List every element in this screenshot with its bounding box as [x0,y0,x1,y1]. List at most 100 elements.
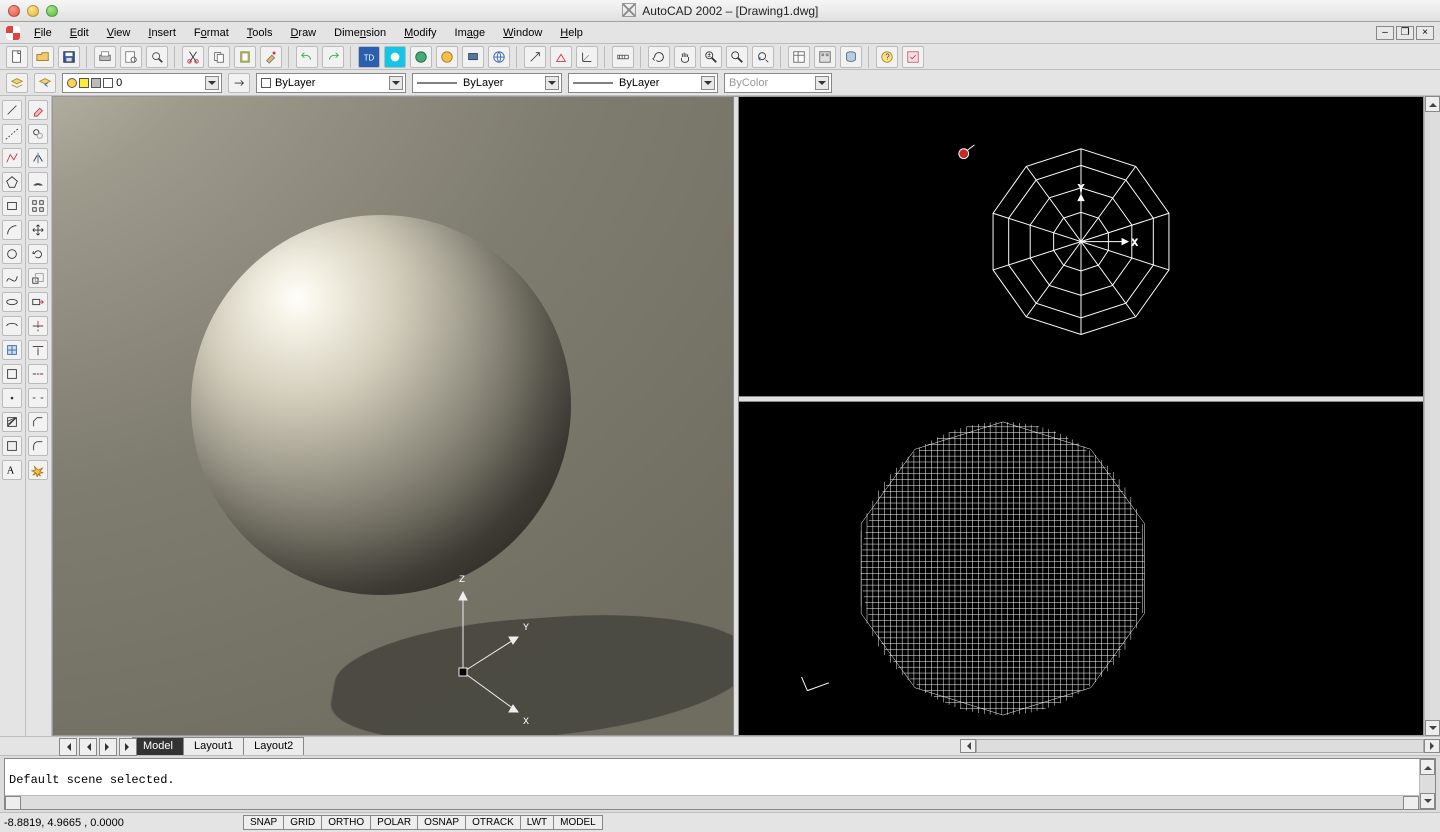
pan-realtime-icon[interactable] [674,46,696,68]
redo-icon[interactable] [322,46,344,68]
multiline-text-icon[interactable]: A [2,460,22,480]
arc-icon[interactable] [2,220,22,240]
point-icon[interactable] [2,388,22,408]
menu-modify[interactable]: Modify [396,25,444,41]
viewport-side[interactable] [739,402,1423,735]
zoom-realtime-icon[interactable]: ± [700,46,722,68]
region-icon[interactable] [2,436,22,456]
scroll-down-button[interactable] [1425,720,1440,736]
menu-image[interactable]: Image [447,25,494,41]
copy-object-icon[interactable] [28,124,48,144]
viewport-top[interactable]: X Y [739,97,1423,396]
menu-format[interactable]: Format [186,25,237,41]
layer-previous-icon[interactable] [34,73,56,93]
scroll-up-button[interactable] [1420,759,1435,775]
menu-view[interactable]: View [99,25,139,41]
insert-hyperlink-icon[interactable] [488,46,510,68]
rotate-icon[interactable] [28,244,48,264]
ucs-icon[interactable] [576,46,598,68]
command-window[interactable]: Default scene selected. 100% complete, 6… [4,758,1436,810]
open-file-icon[interactable] [32,46,54,68]
scroll-track[interactable] [976,739,1424,753]
toggle-otrack[interactable]: OTRACK [465,815,521,830]
construction-line-icon[interactable] [2,124,22,144]
toggle-polar[interactable]: POLAR [370,815,418,830]
cut-icon[interactable] [182,46,204,68]
mdi-restore-button[interactable]: ❐ [1396,26,1414,40]
color-combo[interactable]: ByLayer [256,73,406,93]
undo-icon[interactable] [296,46,318,68]
plotstyle-combo[interactable]: ByColor [724,73,832,93]
stretch-icon[interactable] [28,292,48,312]
scroll-track[interactable] [1425,112,1440,720]
dbconnect-icon[interactable] [840,46,862,68]
rectangle-icon[interactable] [2,196,22,216]
menu-tools[interactable]: Tools [239,25,281,41]
autodesk-point-a-icon[interactable] [384,46,406,68]
hatch-icon[interactable] [2,412,22,432]
scale-icon[interactable] [28,268,48,288]
tab-nav-prev[interactable] [79,738,97,756]
trim-icon[interactable] [28,316,48,336]
scroll-track[interactable] [1420,775,1435,793]
print-icon[interactable] [94,46,116,68]
print-preview-icon[interactable] [120,46,142,68]
dropdown-arrow-icon[interactable] [389,76,403,90]
active-assistance-icon[interactable] [902,46,924,68]
toggle-model[interactable]: MODEL [553,815,603,830]
find-icon[interactable] [146,46,168,68]
scroll-down-button[interactable] [1420,793,1435,809]
menu-dimension[interactable]: Dimension [326,25,394,41]
properties-icon[interactable] [788,46,810,68]
tab-layout1[interactable]: Layout1 [183,737,244,755]
array-icon[interactable] [28,196,48,216]
ellipse-arc-icon[interactable] [2,316,22,336]
erase-icon[interactable] [28,100,48,120]
mdi-minimize-button[interactable]: – [1376,26,1394,40]
dropdown-arrow-icon[interactable] [701,76,715,90]
menu-window[interactable]: Window [495,25,550,41]
copy-icon[interactable] [208,46,230,68]
polygon-icon[interactable] [2,172,22,192]
menu-help[interactable]: Help [552,25,591,41]
viewport-render[interactable]: Z Y X [53,97,733,735]
mdi-close-button[interactable]: × [1416,26,1434,40]
scroll-up-button[interactable] [1425,96,1440,112]
scroll-track[interactable] [21,796,1403,809]
design-center-icon[interactable] [814,46,836,68]
tab-layout2[interactable]: Layout2 [243,737,304,755]
line-icon[interactable] [2,100,22,120]
layer-manager-icon[interactable] [6,73,28,93]
cmd-scroll-horizontal[interactable] [5,795,1419,809]
toggle-snap[interactable]: SNAP [243,815,284,830]
menu-draw[interactable]: Draw [282,25,324,41]
menu-insert[interactable]: Insert [140,25,184,41]
horizontal-scrollbar[interactable] [960,737,1440,755]
polyline-icon[interactable] [2,148,22,168]
fillet-icon[interactable] [28,436,48,456]
tab-model[interactable]: Model [132,737,184,755]
layer-combo[interactable]: 0 [62,73,222,93]
toggle-lwt[interactable]: LWT [520,815,554,830]
menu-file[interactable]: File [26,25,60,41]
publish-to-web-icon[interactable] [436,46,458,68]
spline-icon[interactable] [2,268,22,288]
tab-nav-first[interactable] [59,738,77,756]
scroll-right-button[interactable] [1403,796,1419,810]
today-icon[interactable]: TD [358,46,380,68]
scroll-left-button[interactable] [5,796,21,810]
distance-icon[interactable] [612,46,634,68]
toggle-osnap[interactable]: OSNAP [417,815,466,830]
tab-nav-last[interactable] [119,738,137,756]
help-icon[interactable]: ? [876,46,898,68]
break-icon[interactable] [28,388,48,408]
toggle-grid[interactable]: GRID [283,815,322,830]
meet-now-icon[interactable] [410,46,432,68]
mirror-icon[interactable] [28,148,48,168]
make-block-icon[interactable] [2,364,22,384]
save-file-icon[interactable] [58,46,80,68]
zoom-previous-icon[interactable] [752,46,774,68]
dropdown-arrow-icon[interactable] [815,76,829,90]
new-file-icon[interactable] [6,46,28,68]
vertical-scrollbar[interactable] [1424,96,1440,736]
